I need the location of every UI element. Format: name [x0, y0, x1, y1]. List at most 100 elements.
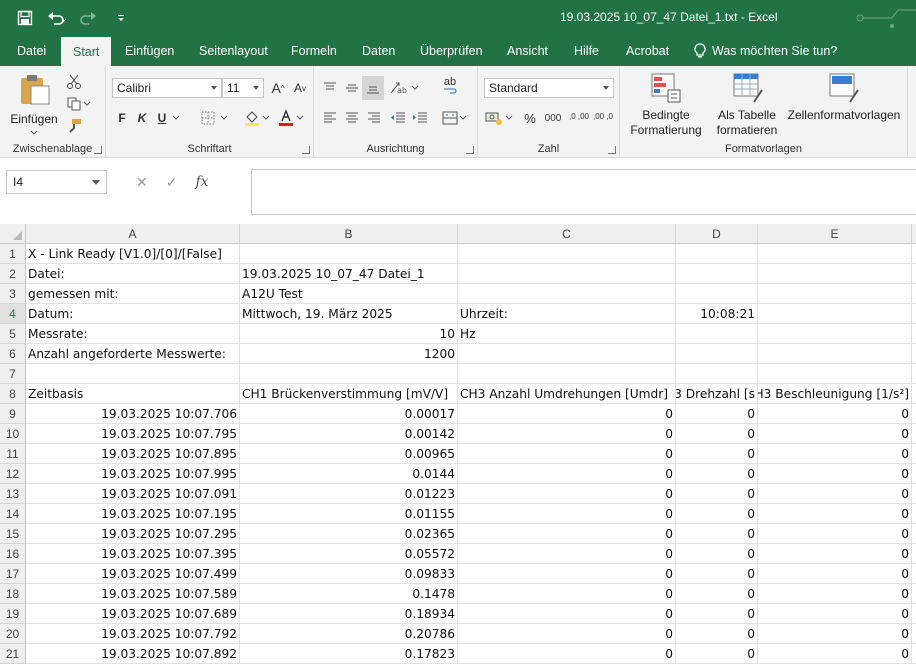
column-header-f[interactable]: [912, 224, 916, 244]
align-middle-icon[interactable]: [342, 78, 362, 98]
cell-a10[interactable]: 19.03.2025 10:07.795: [26, 424, 240, 444]
cell-b17[interactable]: 0.09833: [240, 564, 458, 584]
cell-d6[interactable]: [676, 344, 758, 364]
cell-a13[interactable]: 19.03.2025 10:07.091: [26, 484, 240, 504]
cell-c13[interactable]: 0: [458, 484, 676, 504]
undo-icon[interactable]: [46, 7, 68, 29]
dialog-launcher-icon[interactable]: [608, 146, 616, 154]
cell-b10[interactable]: 0.00142: [240, 424, 458, 444]
decrease-indent-icon[interactable]: [388, 108, 408, 128]
chevron-down-icon[interactable]: [170, 108, 182, 128]
cell-d19[interactable]: 0: [676, 604, 758, 624]
tab-ueberpruefen[interactable]: Überprüfen: [420, 36, 483, 66]
cell-b5[interactable]: 10: [240, 324, 458, 344]
tab-formeln[interactable]: Formeln: [291, 36, 337, 66]
cell-f7[interactable]: [912, 364, 916, 384]
cell-b8[interactable]: CH1 Brückenverstimmung [mV/V]: [240, 384, 458, 404]
cell-a2[interactable]: Datei:: [26, 264, 240, 284]
row-header[interactable]: 21: [0, 644, 26, 664]
thousands-separator-button[interactable]: 000: [540, 108, 566, 128]
column-header-c[interactable]: C: [458, 224, 676, 244]
cell-e20[interactable]: 0: [758, 624, 912, 644]
chevron-down-icon[interactable]: [410, 78, 420, 98]
row-header[interactable]: 2: [0, 264, 26, 284]
row-header[interactable]: 7: [0, 364, 26, 384]
cell-b6[interactable]: 1200: [240, 344, 458, 364]
tab-hilfe[interactable]: Hilfe: [574, 36, 599, 66]
cell-f11[interactable]: [912, 444, 916, 464]
cell-e15[interactable]: 0: [758, 524, 912, 544]
cell-e17[interactable]: 0: [758, 564, 912, 584]
cell-a19[interactable]: 19.03.2025 10:07.689: [26, 604, 240, 624]
cell-d18[interactable]: 0: [676, 584, 758, 604]
borders-icon[interactable]: [198, 108, 218, 128]
cell-c21[interactable]: 0: [458, 644, 676, 664]
cell-a5[interactable]: Messrate:: [26, 324, 240, 344]
cell-a14[interactable]: 19.03.2025 10:07.195: [26, 504, 240, 524]
row-header[interactable]: 1: [0, 244, 26, 264]
cell-b16[interactable]: 0.05572: [240, 544, 458, 564]
align-bottom-icon[interactable]: [362, 76, 384, 100]
column-header-e[interactable]: E: [758, 224, 912, 244]
cell-d7[interactable]: [676, 364, 758, 384]
chevron-down-icon[interactable]: [260, 108, 272, 128]
cell-f16[interactable]: [912, 544, 916, 564]
cell-f17[interactable]: [912, 564, 916, 584]
cell-f10[interactable]: [912, 424, 916, 444]
cell-c12[interactable]: 0: [458, 464, 676, 484]
cell-b11[interactable]: 0.00965: [240, 444, 458, 464]
row-header[interactable]: 9: [0, 404, 26, 424]
cell-c14[interactable]: 0: [458, 504, 676, 524]
cell-c15[interactable]: 0: [458, 524, 676, 544]
cell-a16[interactable]: 19.03.2025 10:07.395: [26, 544, 240, 564]
cell-d2[interactable]: [676, 264, 758, 284]
dialog-launcher-icon[interactable]: [466, 146, 474, 154]
cell-a3[interactable]: gemessen mit:: [26, 284, 240, 304]
cell-d12[interactable]: 0: [676, 464, 758, 484]
cell-f1[interactable]: [912, 244, 916, 264]
cell-a1[interactable]: X - Link Ready [V1.0]/[0]/[False]: [26, 244, 240, 264]
cell-f4[interactable]: [912, 304, 916, 324]
percent-style-button[interactable]: %: [520, 108, 540, 128]
cell-e14[interactable]: 0: [758, 504, 912, 524]
increase-decimal-button[interactable]: ,0 ,00: [568, 106, 590, 126]
align-top-icon[interactable]: [320, 78, 340, 98]
font-name-select[interactable]: Calibri: [112, 78, 222, 98]
cut-icon[interactable]: [64, 72, 84, 92]
row-header[interactable]: 20: [0, 624, 26, 644]
format-as-table-button[interactable]: Als Tabelle formatieren: [708, 70, 786, 140]
cell-f2[interactable]: [912, 264, 916, 284]
cell-c2[interactable]: [458, 264, 676, 284]
cell-a8[interactable]: Zeitbasis: [26, 384, 240, 404]
cell-d5[interactable]: [676, 324, 758, 344]
cell-a18[interactable]: 19.03.2025 10:07.589: [26, 584, 240, 604]
conditional-formatting-button[interactable]: Bedingte Formatierung: [624, 70, 708, 140]
underline-button[interactable]: U: [152, 108, 172, 128]
cell-styles-button[interactable]: Zellenformatvorlagen: [786, 70, 902, 140]
cell-d11[interactable]: 0: [676, 444, 758, 464]
cancel-icon[interactable]: ✕: [136, 174, 148, 191]
cell-b3[interactable]: A12U Test: [240, 284, 458, 304]
cell-b7[interactable]: [240, 364, 458, 384]
tab-acrobat[interactable]: Acrobat: [626, 36, 669, 66]
cell-e13[interactable]: 0: [758, 484, 912, 504]
cell-b20[interactable]: 0.20786: [240, 624, 458, 644]
cell-e10[interactable]: 0: [758, 424, 912, 444]
cell-a11[interactable]: 19.03.2025 10:07.895: [26, 444, 240, 464]
cell-c9[interactable]: 0: [458, 404, 676, 424]
cell-c6[interactable]: [458, 344, 676, 364]
cell-c8[interactable]: CH3 Anzahl Umdrehungen [Umdr]: [458, 384, 676, 404]
formula-input[interactable]: [251, 169, 916, 215]
row-header[interactable]: 10: [0, 424, 26, 444]
row-header[interactable]: 12: [0, 464, 26, 484]
font-size-select[interactable]: 11: [222, 78, 264, 98]
row-header[interactable]: 5: [0, 324, 26, 344]
align-center-icon[interactable]: [342, 108, 362, 128]
cell-e16[interactable]: 0: [758, 544, 912, 564]
cell-b1[interactable]: [240, 244, 458, 264]
cell-f19[interactable]: [912, 604, 916, 624]
cell-f12[interactable]: [912, 464, 916, 484]
cell-e6[interactable]: [758, 344, 912, 364]
cell-f5[interactable]: [912, 324, 916, 344]
cell-c17[interactable]: 0: [458, 564, 676, 584]
